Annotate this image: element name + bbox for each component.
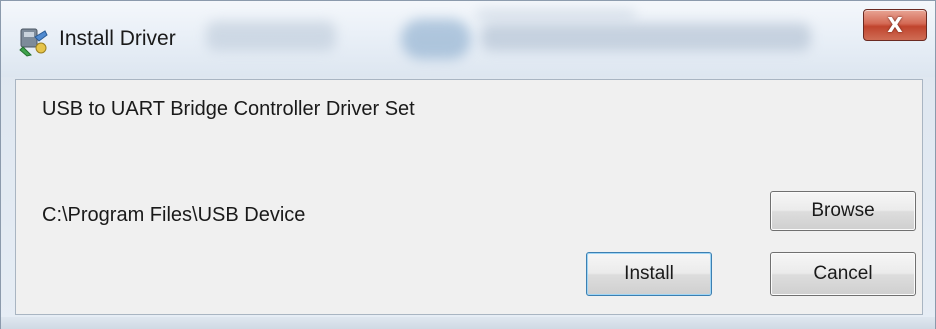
window-bottom-frame [1, 317, 935, 329]
background-blur [206, 21, 336, 51]
install-path-label: C:\Program Files\USB Device [42, 204, 306, 226]
cancel-button[interactable]: Cancel [770, 252, 916, 296]
title-bar[interactable]: Install Driver X [1, 1, 935, 77]
background-blur [476, 9, 636, 21]
window-title: Install Driver [59, 27, 176, 50]
install-button[interactable]: Install [586, 252, 712, 296]
close-icon: X [887, 13, 903, 37]
install-driver-window: Install Driver X USB to UART Bridge Cont… [0, 0, 936, 329]
driver-set-label: USB to UART Bridge Controller Driver Set [42, 98, 415, 120]
background-blur [481, 23, 811, 51]
close-button[interactable]: X [863, 9, 927, 41]
background-blur [401, 19, 471, 59]
installer-icon [19, 28, 48, 57]
dialog-content: USB to UART Bridge Controller Driver Set… [15, 79, 923, 315]
browse-button[interactable]: Browse [770, 191, 916, 231]
